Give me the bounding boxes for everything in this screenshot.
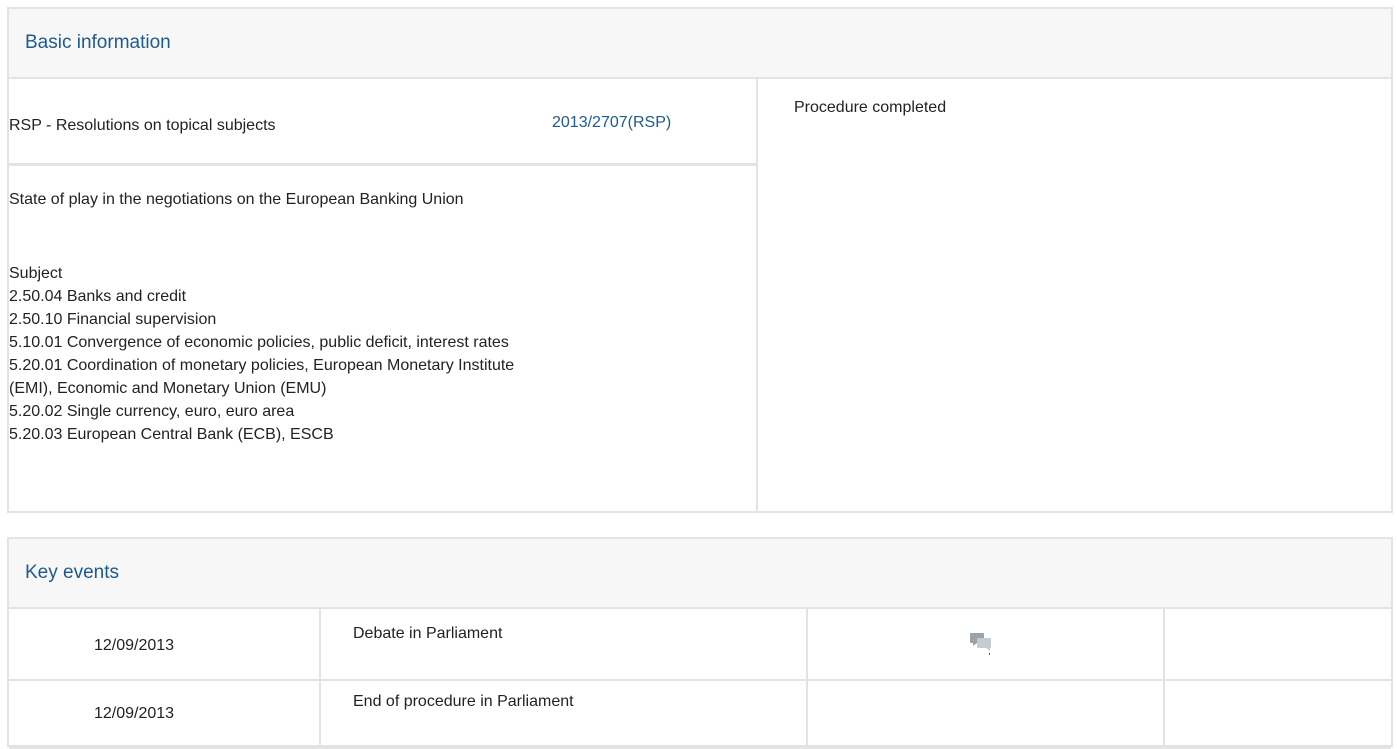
event-date-cell: 12/09/2013 (9, 677, 321, 747)
event-description-cell: Debate in Parliament (321, 609, 808, 679)
subject-list: Subject 2.50.04 Banks and credit 2.50.10… (9, 262, 749, 446)
procedure-status: Procedure completed (794, 99, 947, 116)
debate-icon[interactable] (969, 631, 993, 655)
procedure-type-row: RSP - Resolutions on topical subjects 20… (9, 79, 756, 166)
event-description: End of procedure in Parliament (353, 693, 574, 710)
event-date: 12/09/2013 (94, 705, 175, 722)
basic-information-header: Basic information (9, 9, 1391, 79)
event-description-cell: End of procedure in Parliament (321, 677, 808, 747)
subject-item: 2.50.04 Banks and credit (9, 288, 187, 305)
key-events-panel: Key events 12/09/2013 Debate in Parliame… (7, 537, 1393, 749)
event-row: 12/09/2013 Debate in Parliament (9, 609, 1391, 681)
procedure-type: RSP - Resolutions on topical subjects (9, 117, 276, 134)
procedure-status-cell: Procedure completed (758, 79, 1391, 511)
event-document-cell (1165, 677, 1391, 747)
subject-item: 5.10.01 Convergence of economic policies… (9, 334, 509, 351)
key-events-header: Key events (9, 539, 1391, 609)
subject-item: 2.50.10 Financial supervision (9, 311, 217, 328)
procedure-details: RSP - Resolutions on topical subjects 20… (9, 79, 758, 511)
key-events-title: Key events (25, 562, 119, 583)
event-date-cell: 12/09/2013 (9, 609, 321, 679)
procedure-reference-link[interactable]: 2013/2707(RSP) (552, 114, 671, 132)
event-icon-cell (808, 677, 1165, 747)
event-date: 12/09/2013 (94, 637, 175, 654)
event-document-cell (1165, 609, 1391, 679)
subject-item: 5.20.02 Single currency, euro, euro area (9, 403, 295, 420)
event-icon-cell (808, 609, 1165, 679)
event-description: Debate in Parliament (353, 625, 503, 642)
basic-information-panel: Basic information RSP - Resolutions on t… (7, 7, 1393, 513)
subject-item: 5.20.03 European Central Bank (ECB), ESC… (9, 426, 334, 443)
subject-label: Subject (9, 265, 63, 282)
subject-item: (EMI), Economic and Monetary Union (EMU) (9, 380, 327, 397)
event-row: 12/09/2013 End of procedure in Parliamen… (9, 677, 1391, 749)
procedure-title: State of play in the negotiations on the… (9, 191, 464, 208)
subject-item: 5.20.01 Coordination of monetary policie… (9, 357, 515, 374)
basic-information-title: Basic information (25, 32, 171, 53)
